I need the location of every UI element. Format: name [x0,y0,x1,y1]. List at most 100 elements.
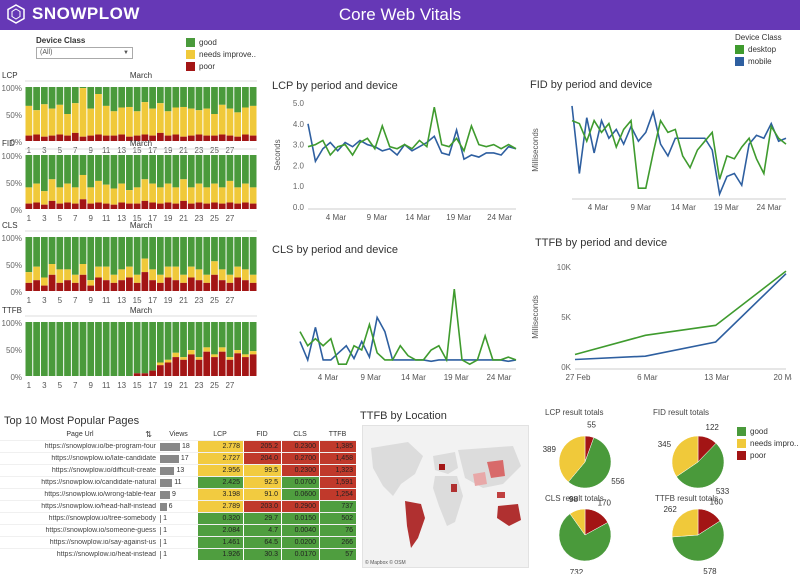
page-url-cell[interactable]: https://snowplow.io/candidate-natural [0,479,160,486]
bar-poor-segment [95,277,102,291]
table-row[interactable]: https://snowplow.io/someone-guess 1 2.084 4… [0,524,356,536]
bar-needs-segment [249,351,257,355]
page-url-cell[interactable]: https://snowplow.io/say-against-us [0,539,160,546]
cls-cell: 0.0700 [281,477,319,488]
page-url-cell[interactable]: https://snowplow.io/be-program-four [0,443,160,450]
x-tick-label: 3 [42,381,47,390]
bar-needs-segment [211,183,218,203]
pie-legend-good[interactable]: good [750,427,768,436]
y-tick-label: 10K [557,263,572,272]
sort-icon[interactable]: ⇅ [145,430,152,439]
bar-needs-segment [242,107,249,135]
legend-needs[interactable]: needs improve.. [199,50,256,59]
legend-mobile[interactable]: mobile [748,57,772,66]
x-tick-label: 7 [73,146,78,155]
col-lcp[interactable]: LCP [197,431,243,438]
bar-poor-segment [172,134,180,141]
x-tick-label: 19 Mar [444,373,469,382]
bar-poor-segment [180,200,187,209]
bar-poor-segment [156,203,164,209]
table-row[interactable]: https://snowplow.io/be-program-four 18 2.7… [0,440,356,452]
device-legend-title: Device Class [735,33,782,42]
col-ttfb[interactable]: TTFB [319,431,356,438]
col-views[interactable]: Views [160,431,197,438]
col-url[interactable]: Page Url ⇅ [0,430,160,439]
x-tick-label: 25 [210,214,219,223]
bar-good-segment [211,87,218,114]
bar-needs-segment [164,266,172,278]
bar-needs-segment [126,106,133,137]
fid-cell: 30.3 [243,549,281,560]
page-url-cell[interactable]: https://snowplow.io/head-half-instead [0,503,160,510]
views-bar [160,526,162,535]
mobile-series-line [307,123,517,164]
y-tick-label: 50% [6,179,22,188]
table-row[interactable]: https://snowplow.io/candidate-natural 11 2… [0,476,356,488]
ttfb-world-map[interactable]: © Mapbox © OSM [362,425,529,568]
bar-good-segment [172,237,180,267]
pie-value-needs: 98 [569,495,578,504]
page-url-cell[interactable]: https://snowplow.io/difficult-create [0,467,160,474]
bar-poor-segment [218,351,226,376]
bar-poor-segment [180,359,187,376]
fid-cell: 64.5 [243,537,281,548]
bar-needs-segment [110,188,118,205]
table-row[interactable]: https://snowplow.io/tree-somebody 1 0.320 2… [0,512,356,524]
bar-good-segment [234,155,242,188]
y-tick-label: 50% [6,261,22,270]
page-url-cell[interactable]: https://snowplow.io/someone-guess [0,527,160,534]
bar-needs-segment [234,266,242,278]
bar-good-segment [48,87,56,109]
bar-good-segment [56,87,64,105]
table-row[interactable]: https://snowplow.io/heat-instead 1 1.926 30… [0,548,356,560]
bar-needs-segment [249,187,257,204]
cls-chart-title: CLS by period and device [272,244,398,256]
bar-good-segment [71,155,79,188]
page-url-cell[interactable]: https://snowplow.io/heat-instead [0,551,160,558]
col-cls[interactable]: CLS [281,431,319,438]
x-tick-label: 4 Mar [326,213,347,222]
bar-poor-segment [33,202,40,209]
bar-needs-segment [156,362,164,366]
table-body: https://snowplow.io/be-program-four 18 2.7… [0,440,356,560]
bar-needs-segment [249,274,257,283]
bar-good-segment [249,322,257,352]
bar-poor-segment [126,277,133,291]
bar-good-segment [87,87,95,109]
month-label: March [130,71,152,80]
col-fid[interactable]: FID [243,431,281,438]
bar-poor-segment [102,135,110,141]
bar-poor-segment [203,351,211,376]
table-row[interactable]: https://snowplow.io/say-against-us 1 1.461… [0,536,356,548]
pie-legend-poor[interactable]: poor [750,451,766,460]
bar-good-segment [195,237,203,270]
bar-poor-segment [118,280,126,291]
bar-poor-segment [187,277,195,291]
table-row[interactable]: https://snowplow.io/head-half-instead 6 2.… [0,500,356,512]
bar-needs-segment [172,187,180,204]
bar-good-segment [203,87,211,109]
page-url-cell[interactable]: https://snowplow.io/late-candidate [0,455,160,462]
table-row[interactable]: https://snowplow.io/difficult-create 13 2.… [0,464,356,476]
y-tick-label: 50% [6,346,22,355]
table-row[interactable]: https://snowplow.io/late-candidate 17 2.72… [0,452,356,464]
table-row[interactable]: https://snowplow.io/wrong-table-fear 9 3.1… [0,488,356,500]
cls-cell: 0.0600 [281,489,319,500]
y-tick-label: 100% [2,234,22,243]
bar-needs-segment [218,104,226,135]
bar-needs-segment [64,269,71,281]
cls-cell: 0.2900 [281,501,319,512]
x-tick-label: 19 Mar [446,213,471,222]
bar-needs-segment [226,357,234,360]
pie-legend-needs[interactable]: needs impro.. [750,439,798,448]
views-bar [160,502,167,511]
page-url-cell[interactable]: https://snowplow.io/tree-somebody [0,515,160,522]
legend-desktop[interactable]: desktop [748,45,776,54]
page-url-cell[interactable]: https://snowplow.io/wrong-table-fear [0,491,160,498]
views-bar [160,550,162,559]
fid-cell: 204.0 [243,453,281,464]
device-class-select[interactable]: (All) ▼ [36,47,133,59]
x-tick-label: 25 [210,146,219,155]
x-tick-label: 4 Mar [588,203,609,212]
legend-good[interactable]: good [199,38,217,47]
